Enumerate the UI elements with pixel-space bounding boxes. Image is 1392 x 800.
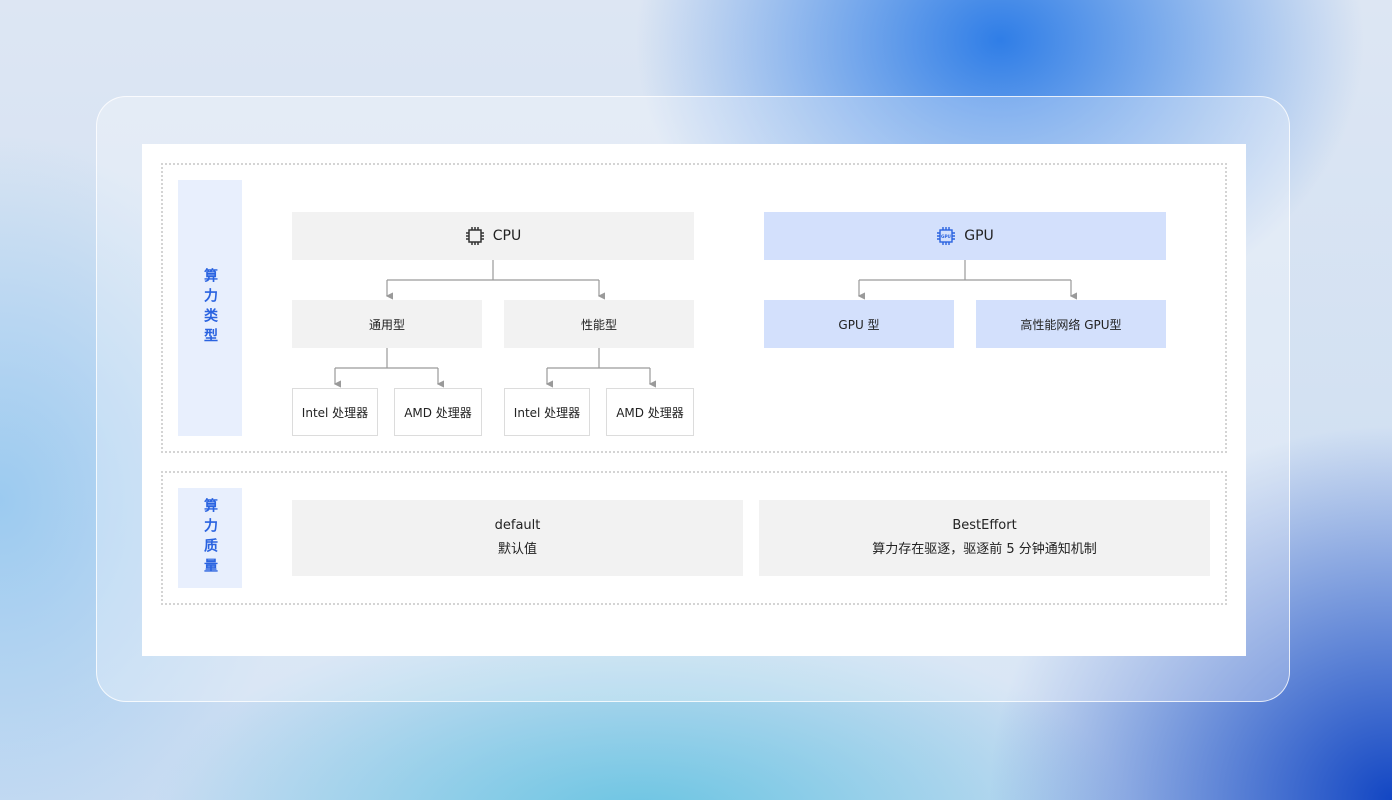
- connector-lines: [333, 260, 1077, 388]
- hpn-gpu-type-label: 高性能网络 GPU型: [1020, 317, 1122, 332]
- general-intel-label: Intel 处理器: [301, 405, 369, 420]
- gpu-node: GPU GPU: [764, 212, 1166, 260]
- cpu-general-label: 通用型: [368, 317, 405, 332]
- gpu-title: GPU: [964, 228, 994, 244]
- general-amd-node: AMD 处理器: [394, 388, 482, 436]
- default-quality-title: default: [494, 518, 541, 533]
- besteffort-quality-box: BestEffort 算力存在驱逐，驱逐前 5 分钟通知机制: [759, 500, 1210, 576]
- default-quality-box: default 默认值: [292, 500, 743, 576]
- default-quality-desc: 默认值: [497, 542, 537, 557]
- cpu-chip-icon: [465, 226, 485, 246]
- performance-amd-node: AMD 处理器: [606, 388, 694, 436]
- cpu-node: CPU: [292, 212, 694, 260]
- performance-amd-label: AMD 处理器: [616, 405, 684, 420]
- general-intel-node: Intel 处理器: [292, 388, 378, 436]
- performance-intel-node: Intel 处理器: [504, 388, 590, 436]
- cpu-performance-node: 性能型: [504, 300, 694, 348]
- besteffort-quality-title: BestEffort: [952, 518, 1017, 533]
- general-amd-label: AMD 处理器: [404, 405, 472, 420]
- cpu-general-node: 通用型: [292, 300, 482, 348]
- gpu-chip-icon: GPU: [936, 226, 956, 246]
- besteffort-quality-desc: 算力存在驱逐，驱逐前 5 分钟通知机制: [872, 542, 1097, 557]
- hpn-gpu-type-node: 高性能网络 GPU型: [976, 300, 1166, 348]
- gpu-chip-text: GPU: [941, 234, 952, 239]
- performance-intel-label: Intel 处理器: [513, 405, 581, 420]
- cpu-performance-label: 性能型: [580, 317, 617, 332]
- cpu-title: CPU: [492, 228, 522, 244]
- gpu-type-label: GPU 型: [838, 317, 880, 332]
- gpu-type-node: GPU 型: [764, 300, 954, 348]
